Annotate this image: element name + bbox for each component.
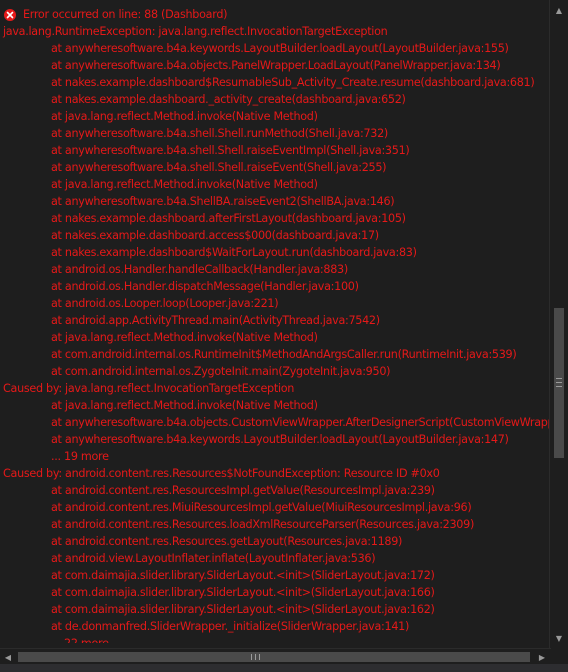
stack-trace-line: at nakes.example.dashboard.access$000(da… [51, 229, 379, 242]
stack-trace-line: at android.os.Handler.dispatchMessage(Ha… [51, 280, 359, 293]
horizontal-scrollbar[interactable]: ◀ ▶ [0, 648, 568, 665]
stack-trace-line: at anywheresoftware.b4a.keywords.LayoutB… [51, 433, 509, 446]
stack-trace-line: at android.os.Handler.handleCallback(Han… [51, 263, 348, 276]
stack-trace-line: at anywheresoftware.b4a.shell.Shell.runM… [51, 127, 388, 140]
stack-trace-line: at anywheresoftware.b4a.objects.PanelWra… [51, 59, 501, 72]
grip-lines-icon [251, 654, 260, 660]
scrollbar-corner [551, 648, 568, 664]
stack-trace-line: at android.os.Looper.loop(Looper.java:22… [51, 297, 279, 310]
stack-trace-line: ... 19 more [51, 450, 109, 463]
horizontal-scroll-thumb[interactable] [18, 652, 530, 662]
scroll-left-arrow[interactable]: ◀ [0, 649, 16, 665]
stack-trace-line: at anywheresoftware.b4a.keywords.LayoutB… [51, 42, 509, 55]
stack-trace-line: at android.content.res.MiuiResourcesImpl… [51, 501, 472, 514]
grip-lines-icon [556, 378, 562, 387]
stack-trace-line: at de.donmanfred.SliderWrapper._initiali… [51, 620, 410, 633]
stack-trace-line: at anywheresoftware.b4a.ShellBA.raiseEve… [51, 195, 395, 208]
stack-trace-line: ... 22 more [0, 635, 550, 643]
error-log-window: Error occurred on line: 88 (Dashboard) j… [0, 0, 568, 672]
stack-trace-line: at anywheresoftware.b4a.objects.CustomVi… [51, 416, 550, 429]
scroll-down-arrow[interactable]: ▼ [550, 630, 568, 646]
triangle-right-icon: ▶ [538, 652, 546, 662]
triangle-up-icon: ▲ [555, 5, 563, 15]
log-content[interactable]: Error occurred on line: 88 (Dashboard) j… [0, 6, 550, 643]
vertical-scroll-thumb[interactable] [554, 308, 564, 458]
panel-bottom-border [0, 664, 568, 672]
stack-trace-line: at com.daimajia.slider.library.SliderLay… [51, 603, 435, 616]
stack-trace-line: at java.lang.reflect.Method.invoke(Nativ… [51, 178, 318, 191]
scroll-right-arrow[interactable]: ▶ [534, 649, 550, 665]
exception-line: Caused by: android.content.res.Resources… [3, 467, 440, 480]
error-header: Error occurred on line: 88 (Dashboard) [0, 6, 550, 23]
stack-trace-line: at android.content.res.ResourcesImpl.get… [51, 484, 435, 497]
triangle-down-icon: ▼ [555, 633, 563, 643]
vertical-scrollbar[interactable]: ▲ ▼ [549, 0, 568, 648]
stack-trace-line: at java.lang.reflect.Method.invoke(Nativ… [51, 110, 318, 123]
stack-trace-line: at com.daimajia.slider.library.SliderLay… [51, 586, 435, 599]
stack-trace-line: at android.content.res.Resources.loadXml… [51, 518, 475, 531]
stack-trace-line: at nakes.example.dashboard._activity_cre… [51, 93, 406, 106]
stack-trace-line: at android.app.ActivityThread.main(Activ… [51, 314, 380, 327]
stack-trace-line: at android.view.LayoutInflater.inflate(L… [51, 552, 376, 565]
exception-line: java.lang.RuntimeException: java.lang.re… [3, 25, 388, 38]
stack-trace-line: at nakes.example.dashboard$ResumableSub_… [51, 76, 535, 89]
error-circle-icon [3, 8, 17, 22]
stack-trace-line: at anywheresoftware.b4a.shell.Shell.rais… [51, 144, 410, 157]
error-header-text: Error occurred on line: 88 (Dashboard) [23, 8, 228, 21]
stack-trace-line: at com.android.internal.os.RuntimeInit$M… [51, 348, 517, 361]
exception-line: Caused by: java.lang.reflect.InvocationT… [3, 382, 295, 395]
scroll-up-arrow[interactable]: ▲ [550, 2, 568, 18]
stack-trace-line: at java.lang.reflect.Method.invoke(Nativ… [51, 399, 318, 412]
stack-trace-line: at java.lang.reflect.Method.invoke(Nativ… [51, 331, 318, 344]
stack-trace-line: at nakes.example.dashboard$WaitForLayout… [51, 246, 417, 259]
stack-trace-line: at nakes.example.dashboard.afterFirstLay… [51, 212, 406, 225]
stack-trace-line: at com.android.internal.os.ZygoteInit.ma… [51, 365, 391, 378]
triangle-left-icon: ◀ [4, 652, 12, 662]
stack-trace-line: at anywheresoftware.b4a.shell.Shell.rais… [51, 161, 387, 174]
stack-trace-line: at android.content.res.Resources.getLayo… [51, 535, 403, 548]
stack-trace-line: at com.daimajia.slider.library.SliderLay… [51, 569, 435, 582]
